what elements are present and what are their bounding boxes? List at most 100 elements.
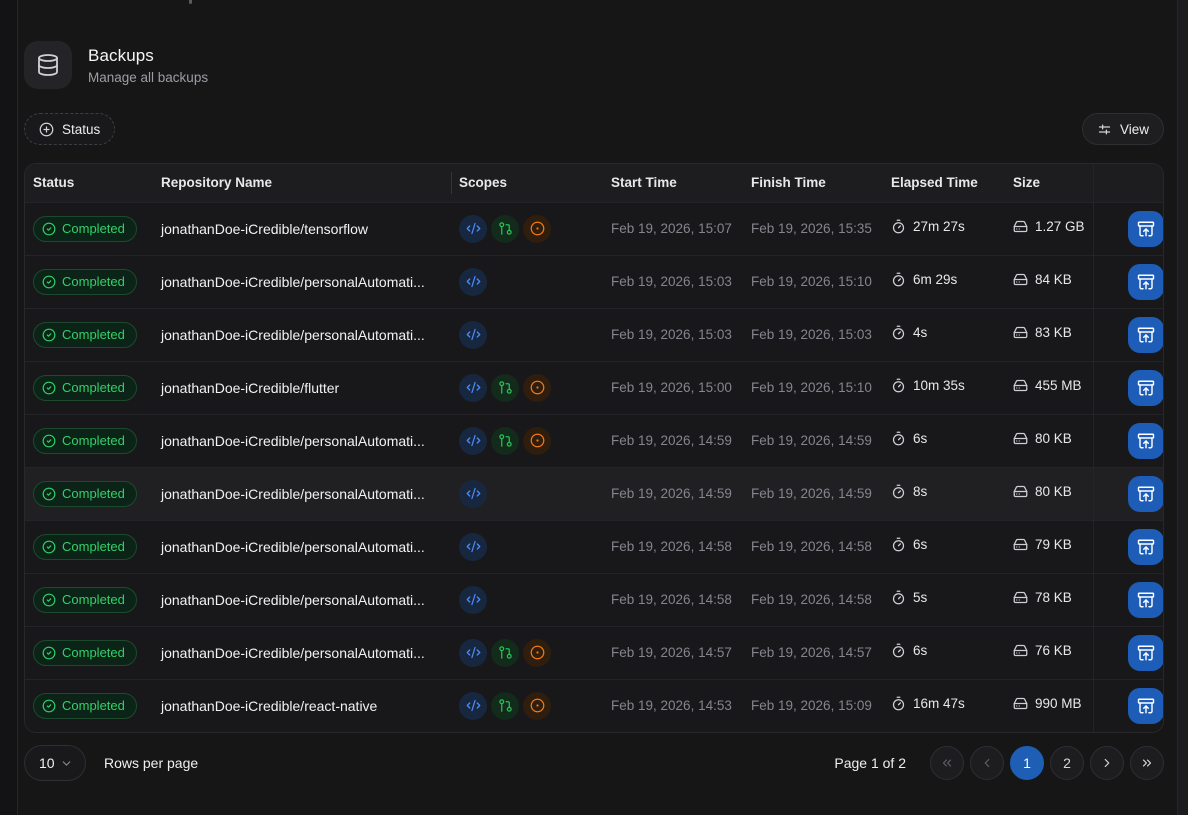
- issue-scope-icon: [523, 215, 551, 243]
- column-header-repository-name: Repository Name: [153, 164, 451, 202]
- timer-icon: [891, 537, 906, 552]
- table-row: Completed jonathanDoe-iCredible/flutter …: [25, 361, 1164, 414]
- finish-time-cell: Feb 19, 2026, 14:58: [743, 520, 883, 573]
- table-row: Completed jonathanDoe-iCredible/tensorfl…: [25, 202, 1164, 255]
- issue-scope-icon: [523, 692, 551, 720]
- issue-scope-icon: [523, 639, 551, 667]
- restore-backup-button[interactable]: [1128, 317, 1164, 353]
- status-cell: Completed: [25, 202, 153, 255]
- view-button[interactable]: View: [1082, 113, 1164, 145]
- hard-drive-icon: [1013, 696, 1028, 711]
- previous-page-button[interactable]: [970, 746, 1004, 780]
- restore-backup-button[interactable]: [1128, 582, 1164, 618]
- status-filter-button[interactable]: Status: [24, 113, 115, 145]
- last-page-button[interactable]: [1130, 746, 1164, 780]
- restore-backup-button[interactable]: [1128, 476, 1164, 512]
- restore-backup-button[interactable]: [1128, 264, 1164, 300]
- finish-time-cell: Feb 19, 2026, 14:59: [743, 467, 883, 520]
- actions-cell: [1093, 414, 1164, 467]
- table-row: Completed jonathanDoe-iCredible/personal…: [25, 467, 1164, 520]
- chevron-left-icon: [980, 756, 994, 770]
- restore-backup-button[interactable]: [1128, 370, 1164, 406]
- status-cell: Completed: [25, 626, 153, 679]
- issue-scope-icon: [523, 427, 551, 455]
- code-scope-icon: [459, 268, 487, 296]
- page-1-button[interactable]: 1: [1010, 746, 1044, 780]
- first-page-button[interactable]: [930, 746, 964, 780]
- status-badge: Completed: [33, 375, 137, 401]
- size-cell: 80 KB: [1005, 467, 1093, 520]
- hard-drive-icon: [1013, 431, 1028, 446]
- circle-check-icon: [42, 434, 56, 448]
- table-row: Completed jonathanDoe-iCredible/personal…: [25, 308, 1164, 361]
- scopes-cell: [451, 520, 603, 573]
- code-scope-icon: [459, 374, 487, 402]
- table-row: Completed jonathanDoe-iCredible/personal…: [25, 520, 1164, 573]
- status-filter-label: Status: [62, 122, 100, 137]
- pull-request-scope-icon: [491, 692, 519, 720]
- timer-icon: [891, 378, 906, 393]
- table-body: Completed jonathanDoe-iCredible/tensorfl…: [25, 202, 1164, 732]
- status-cell: Completed: [25, 308, 153, 361]
- page-2-button[interactable]: 2: [1050, 746, 1084, 780]
- finish-time-cell: Feb 19, 2026, 14:59: [743, 414, 883, 467]
- column-header-size: Size: [1005, 164, 1093, 202]
- timer-icon: [891, 325, 906, 340]
- size-cell: 1.27 GB: [1005, 202, 1093, 255]
- status-badge: Completed: [33, 269, 137, 295]
- elapsed-time-cell: 4s: [883, 308, 1005, 361]
- size-cell: 990 MB: [1005, 679, 1093, 732]
- scopes-cell: [451, 202, 603, 255]
- column-header-start-time: Start Time: [603, 164, 743, 202]
- timer-icon: [891, 696, 906, 711]
- rows-per-page-select[interactable]: 10: [24, 745, 86, 781]
- status-cell: Completed: [25, 414, 153, 467]
- start-time-cell: Feb 19, 2026, 14:59: [603, 414, 743, 467]
- code-scope-icon: [459, 427, 487, 455]
- size-cell: 80 KB: [1005, 414, 1093, 467]
- actions-cell: [1093, 361, 1164, 414]
- database-icon: [24, 41, 72, 89]
- restore-backup-button[interactable]: [1128, 211, 1164, 247]
- table-row: Completed jonathanDoe-iCredible/personal…: [25, 626, 1164, 679]
- start-time-cell: Feb 19, 2026, 14:58: [603, 573, 743, 626]
- actions-cell: [1093, 308, 1164, 361]
- timer-icon: [891, 484, 906, 499]
- column-header-finish-time: Finish Time: [743, 164, 883, 202]
- timer-icon: [891, 219, 906, 234]
- hard-drive-icon: [1013, 484, 1028, 499]
- scopes-cell: [451, 308, 603, 361]
- backups-page: Backups Manage all backups Status View S…: [24, 0, 1164, 781]
- restore-backup-button[interactable]: [1128, 529, 1164, 565]
- restore-backup-button[interactable]: [1128, 688, 1164, 724]
- scopes-cell: [451, 255, 603, 308]
- start-time-cell: Feb 19, 2026, 14:57: [603, 626, 743, 679]
- status-badge: Completed: [33, 640, 137, 666]
- size-cell: 84 KB: [1005, 255, 1093, 308]
- status-badge: Completed: [33, 428, 137, 454]
- circle-check-icon: [42, 381, 56, 395]
- pagination-bar: 10 Rows per page Page 1 of 2 12: [24, 745, 1164, 781]
- timer-icon: [891, 590, 906, 605]
- hard-drive-icon: [1013, 325, 1028, 340]
- archive-restore-icon: [1137, 538, 1155, 556]
- archive-restore-icon: [1137, 273, 1155, 291]
- elapsed-time-cell: 10m 35s: [883, 361, 1005, 414]
- page-subtitle: Manage all backups: [88, 70, 208, 85]
- column-header-status: Status: [25, 164, 153, 202]
- hard-drive-icon: [1013, 272, 1028, 287]
- next-page-button[interactable]: [1090, 746, 1124, 780]
- finish-time-cell: Feb 19, 2026, 15:09: [743, 679, 883, 732]
- actions-cell: [1093, 679, 1164, 732]
- timer-icon: [891, 272, 906, 287]
- status-cell: Completed: [25, 679, 153, 732]
- archive-restore-icon: [1137, 220, 1155, 238]
- archive-restore-icon: [1137, 379, 1155, 397]
- elapsed-time-cell: 6s: [883, 520, 1005, 573]
- status-cell: Completed: [25, 520, 153, 573]
- chevron-right-icon: [1100, 756, 1114, 770]
- repository-name-cell: jonathanDoe-iCredible/flutter: [153, 361, 451, 414]
- restore-backup-button[interactable]: [1128, 635, 1164, 671]
- actions-cell: [1093, 520, 1164, 573]
- restore-backup-button[interactable]: [1128, 423, 1164, 459]
